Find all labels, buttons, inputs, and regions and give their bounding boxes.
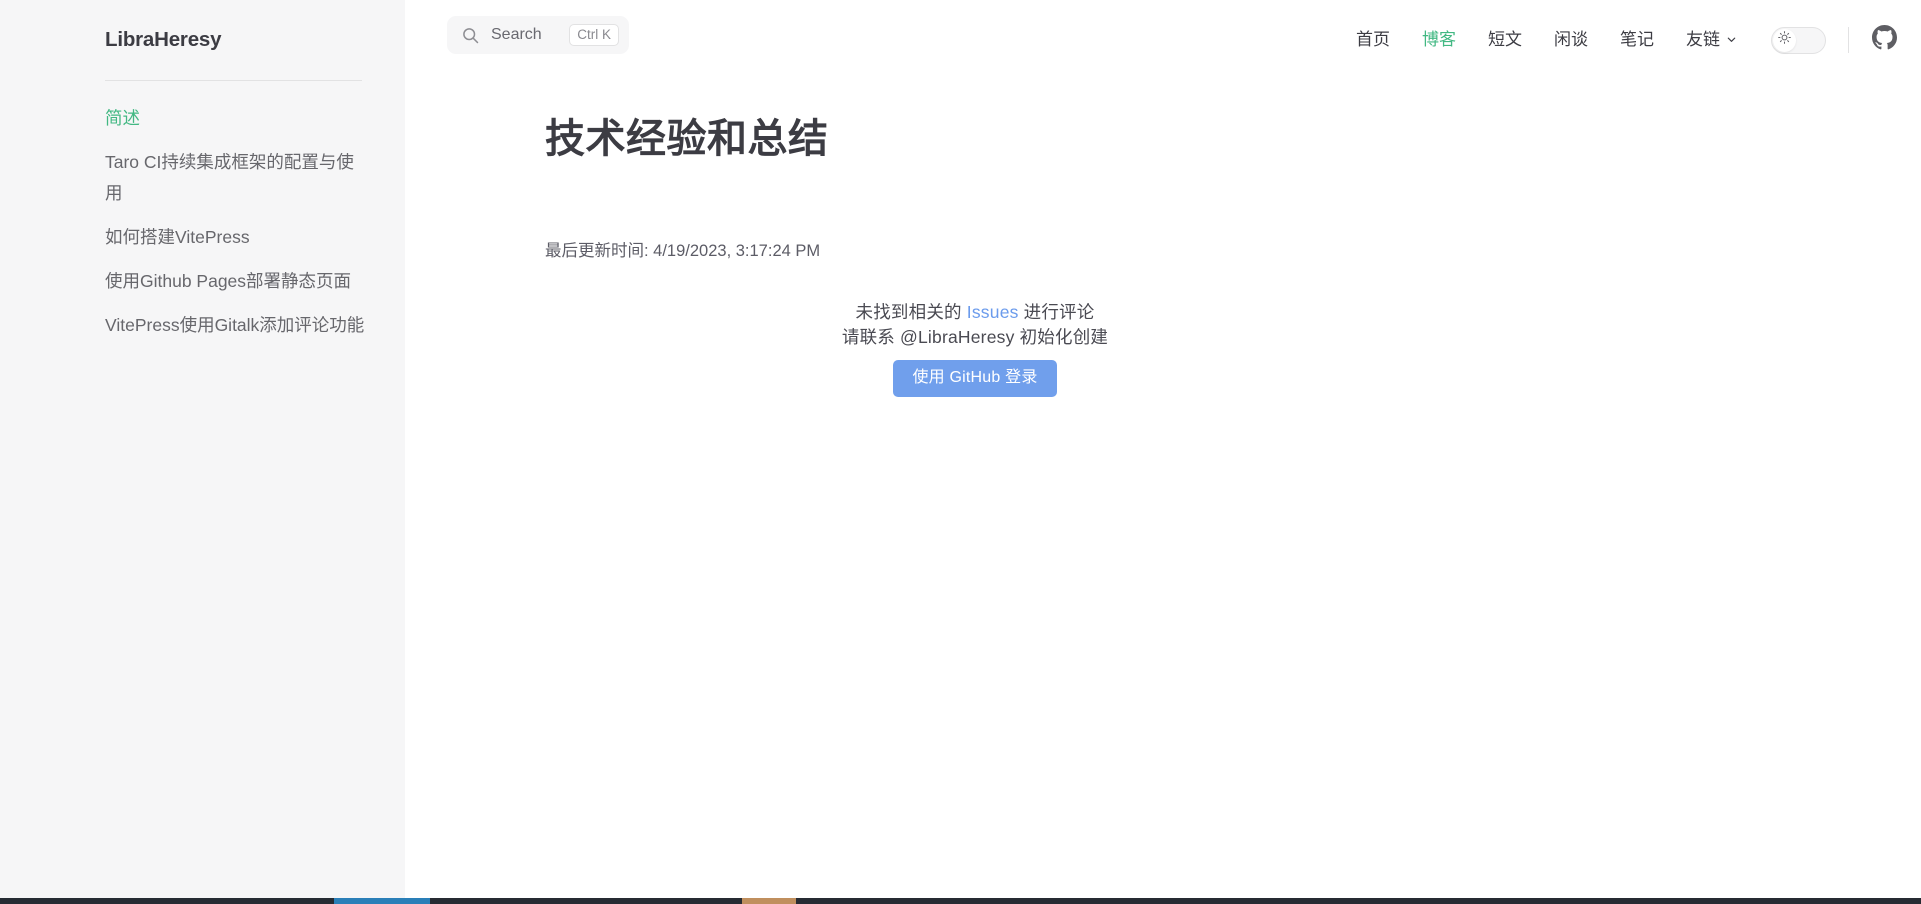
- nav-item-notes[interactable]: 笔记: [1604, 28, 1670, 52]
- nav-item-links[interactable]: 友链: [1670, 28, 1753, 52]
- nav-item-chat-wrapper: 闲谈: [1538, 28, 1604, 52]
- nav-item-blog[interactable]: 博客: [1406, 28, 1472, 52]
- sidebar-item-taro-ci[interactable]: Taro CI持续集成框架的配置与使用: [105, 147, 367, 209]
- sidebar-divider: [105, 80, 362, 81]
- bottom-strip: [0, 898, 1921, 904]
- strip-segment-tan: [742, 898, 796, 904]
- theme-toggle-switch[interactable]: [1771, 26, 1826, 54]
- app-viewport: LibraHeresy 简述 Taro CI持续集成框架的配置与使用 如何搭建V…: [0, 0, 1921, 904]
- nav-item-shortpost[interactable]: 短文: [1472, 28, 1538, 52]
- sidebar-item-gitalk[interactable]: VitePress使用Gitalk添加评论功能: [105, 310, 367, 341]
- search-button[interactable]: Search Ctrl K: [447, 16, 629, 54]
- sidebar-item-github-pages[interactable]: 使用Github Pages部署静态页面: [105, 266, 367, 297]
- chevron-down-icon: [1726, 34, 1737, 45]
- gitalk-comments-section: 未找到相关的 Issues 进行评论 请联系 @LibraHeresy 初始化创…: [545, 300, 1405, 397]
- header: Search Ctrl K 首页 博客 短文 闲谈 笔记 友链: [405, 0, 1921, 80]
- main-content: 技术经验和总结 最后更新时间: 4/19/2023, 3:17:24 PM 未找…: [405, 80, 1921, 898]
- sidebar-item-vitepress-setup[interactable]: 如何搭建VitePress: [105, 222, 367, 253]
- nav-item-shortpost-wrapper: 短文: [1472, 28, 1538, 52]
- theme-toggle-knob: [1773, 28, 1796, 52]
- nav-item-home-wrapper: 首页: [1340, 28, 1406, 52]
- page-title: 技术经验和总结: [545, 117, 829, 161]
- appearance-switch-wrapper: [1771, 26, 1826, 54]
- search-icon: [462, 27, 479, 44]
- nav-list: 首页 博客 短文 闲谈 笔记 友链: [1340, 28, 1753, 52]
- sidebar: LibraHeresy 简述 Taro CI持续集成框架的配置与使用 如何搭建V…: [0, 0, 405, 898]
- nav-item-home[interactable]: 首页: [1340, 28, 1406, 52]
- top-nav: 首页 博客 短文 闲谈 笔记 友链: [1340, 0, 1897, 80]
- last-updated-text: 最后更新时间: 4/19/2023, 3:17:24 PM: [545, 242, 821, 260]
- github-icon: [1871, 25, 1897, 55]
- sidebar-nav: 简述 Taro CI持续集成框架的配置与使用 如何搭建VitePress 使用G…: [105, 103, 367, 341]
- nav-divider: [1848, 27, 1849, 53]
- nav-item-blog-wrapper: 博客: [1406, 28, 1472, 52]
- search-label: Search: [491, 26, 542, 43]
- gitalk-no-issues-suffix: 进行评论: [1018, 302, 1095, 322]
- gitalk-issues-link[interactable]: Issues: [967, 302, 1019, 322]
- sun-icon: [1778, 31, 1791, 49]
- github-login-button[interactable]: 使用 GitHub 登录: [893, 360, 1057, 397]
- nav-item-links-label: 友链: [1686, 30, 1720, 49]
- sidebar-item-jianshu[interactable]: 简述: [105, 103, 367, 134]
- search-shortcut-kbd: Ctrl K: [569, 24, 619, 46]
- nav-item-notes-wrapper: 笔记: [1604, 28, 1670, 52]
- site-title[interactable]: LibraHeresy: [105, 26, 357, 54]
- nav-item-chat[interactable]: 闲谈: [1538, 28, 1604, 52]
- gitalk-no-issues-line: 未找到相关的 Issues 进行评论: [856, 300, 1095, 324]
- nav-item-links-wrapper: 友链: [1670, 28, 1753, 52]
- strip-segment-blue: [334, 898, 430, 904]
- gitalk-contact-line: 请联系 @LibraHeresy 初始化创建: [841, 327, 1109, 347]
- github-link[interactable]: [1871, 25, 1897, 55]
- gitalk-no-issues-prefix: 未找到相关的: [855, 302, 967, 322]
